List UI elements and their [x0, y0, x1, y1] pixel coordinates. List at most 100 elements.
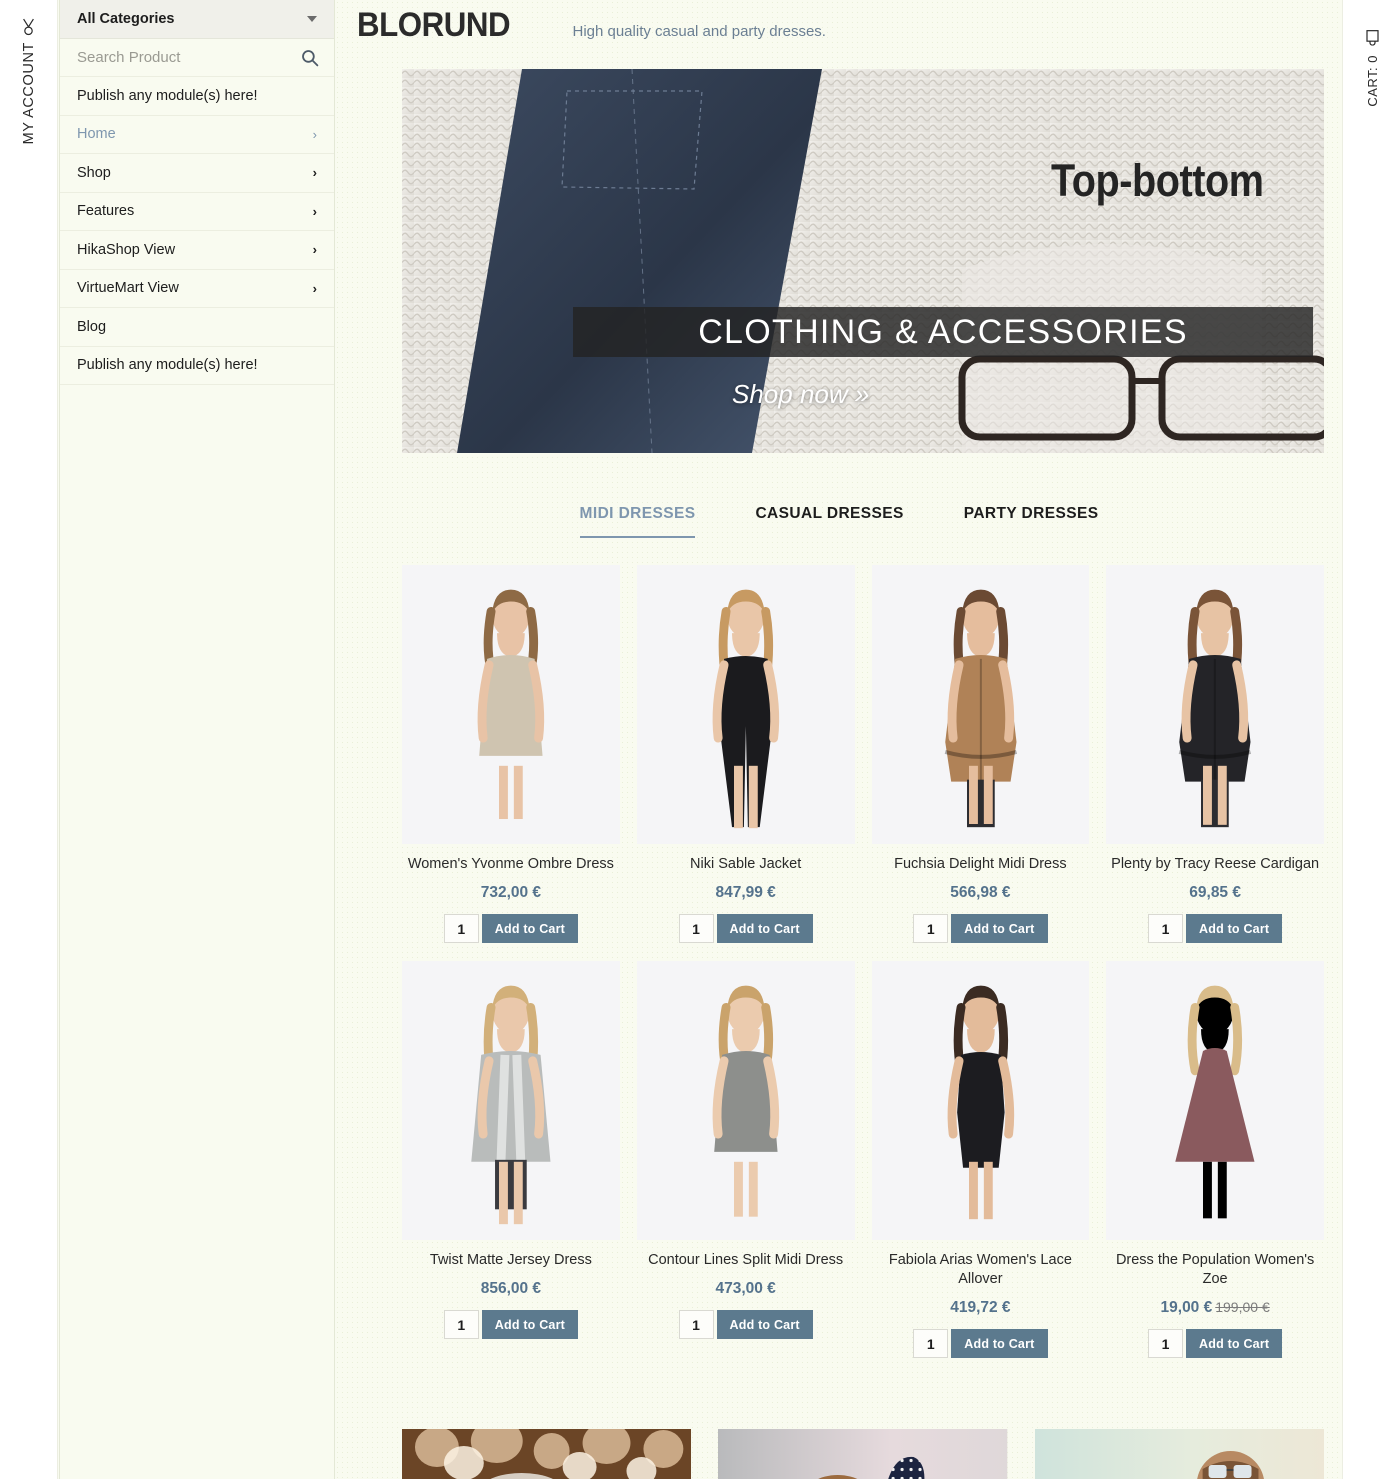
- product-price: 19,00 €199,00 €: [1106, 1299, 1324, 1317]
- tab-casual-dresses[interactable]: CASUAL DRESSES: [755, 505, 903, 538]
- hero-banner[interactable]: Top-bottom CLOTHING & ACCESSORIES Shop n…: [402, 69, 1324, 453]
- hero-shop-now-link[interactable]: Shop now »: [732, 379, 869, 410]
- product-name[interactable]: Twist Matte Jersey Dress: [402, 1251, 620, 1270]
- add-to-cart-button[interactable]: Add to Cart: [481, 914, 578, 944]
- product-card: Women's Yvonme Ombre Dress 732,00 € Add …: [402, 565, 620, 944]
- product-actions: Add to Cart: [402, 914, 620, 944]
- product-actions: Add to Cart: [1106, 1329, 1324, 1359]
- product-name[interactable]: Fabiola Arias Women's Lace Allover: [872, 1251, 1090, 1289]
- quantity-input[interactable]: [1148, 1329, 1183, 1359]
- product-name[interactable]: Niki Sable Jacket: [637, 855, 855, 874]
- product-price-old: 199,00 €: [1215, 1299, 1270, 1316]
- product-price-current: 473,00 €: [715, 1280, 776, 1298]
- product-actions: Add to Cart: [872, 914, 1090, 944]
- cart-rail[interactable]: CART: 0: [1342, 0, 1400, 1479]
- product-image[interactable]: [871, 565, 1090, 844]
- add-to-cart-button[interactable]: Add to Cart: [716, 914, 813, 944]
- product-price: 732,00 €: [402, 884, 620, 902]
- hero-band: CLOTHING & ACCESSORIES: [573, 307, 1313, 357]
- product-price-current: 19,00 €: [1160, 1299, 1213, 1317]
- promo-item[interactable]: [718, 1429, 1008, 1479]
- quantity-input[interactable]: [913, 914, 949, 944]
- product-actions: Add to Cart: [637, 1310, 855, 1340]
- my-account-rail[interactable]: MY ACCOUNT: [0, 0, 58, 1479]
- promo-strip: [402, 1429, 1324, 1479]
- product-image[interactable]: [402, 961, 620, 1241]
- product-price: 847,99 €: [637, 884, 855, 902]
- person-icon: [23, 18, 35, 35]
- product-image[interactable]: [402, 565, 620, 844]
- product-price-current: 566,98 €: [950, 884, 1011, 902]
- sidebar: All Categories Publish any module(s) her…: [59, 0, 335, 1479]
- sidebar-item-shop[interactable]: Shop ›: [60, 154, 334, 193]
- sidebar-item-label: Features: [77, 203, 135, 220]
- quantity-input[interactable]: [678, 914, 714, 944]
- product-image[interactable]: [636, 961, 855, 1241]
- product-price: 69,85 €: [1106, 884, 1324, 902]
- tab-midi-dresses[interactable]: MIDI DRESSES: [579, 505, 696, 538]
- my-account-link[interactable]: MY ACCOUNT: [0, 18, 58, 144]
- sidebar-item-label: Home: [77, 126, 116, 143]
- product-name[interactable]: Dress the Population Women's Zoe: [1106, 1251, 1324, 1289]
- sidebar-item-home[interactable]: Home ›: [60, 116, 334, 154]
- product-name[interactable]: Contour Lines Split Midi Dress: [637, 1251, 855, 1270]
- quantity-input[interactable]: [443, 914, 479, 944]
- brand-logo[interactable]: BLORUND: [357, 6, 511, 45]
- quantity-input[interactable]: [1148, 914, 1183, 944]
- search-input[interactable]: [77, 49, 287, 66]
- product-card: Plenty by Tracy Reese Cardigan 69,85 € A…: [1106, 565, 1324, 944]
- all-categories-label: All Categories: [77, 11, 175, 27]
- product-actions: Add to Cart: [872, 1329, 1090, 1359]
- sidebar-item-publish-any-module-s-here[interactable]: Publish any module(s) here!: [60, 77, 334, 116]
- add-to-cart-button[interactable]: Add to Cart: [716, 1310, 813, 1340]
- add-to-cart-button[interactable]: Add to Cart: [1186, 1329, 1283, 1359]
- add-to-cart-button[interactable]: Add to Cart: [481, 1310, 578, 1340]
- quantity-input[interactable]: [678, 1310, 714, 1340]
- cart-label: CART: 0: [1364, 55, 1380, 107]
- promo-item[interactable]: [1034, 1429, 1324, 1479]
- category-tabs: MIDI DRESSES CASUAL DRESSES PARTY DRESSES: [336, 505, 1342, 538]
- sidebar-item-label: HikaShop View: [77, 241, 176, 258]
- add-to-cart-button[interactable]: Add to Cart: [951, 914, 1048, 944]
- promo-item[interactable]: [402, 1429, 692, 1479]
- sidebar-item-blog[interactable]: Blog: [60, 308, 334, 347]
- chevron-right-icon: ›: [312, 280, 317, 296]
- chevron-down-icon: [307, 16, 317, 22]
- quantity-input[interactable]: [443, 1310, 479, 1340]
- promo-image-bokeh: [402, 1429, 692, 1479]
- product-price-current: 732,00 €: [480, 884, 542, 902]
- product-price: 473,00 €: [637, 1280, 855, 1298]
- tab-party-dresses[interactable]: PARTY DRESSES: [964, 505, 1099, 538]
- add-to-cart-button[interactable]: Add to Cart: [951, 1329, 1048, 1359]
- brand-tagline: High quality casual and party dresses.: [572, 23, 826, 40]
- product-actions: Add to Cart: [402, 1310, 620, 1340]
- all-categories-header[interactable]: All Categories: [60, 0, 334, 39]
- hero-headline: Top-bottom: [1051, 155, 1264, 206]
- product-price: 419,72 €: [872, 1299, 1090, 1317]
- sidebar-item-virtuemart-view[interactable]: VirtueMart View ›: [60, 270, 334, 308]
- product-image[interactable]: [1106, 565, 1324, 844]
- search-row[interactable]: [60, 39, 334, 77]
- chevron-right-icon: ›: [312, 203, 317, 219]
- product-name[interactable]: Fuchsia Delight Midi Dress: [872, 855, 1090, 874]
- search-icon[interactable]: [301, 49, 319, 67]
- sidebar-item-hikashop-view[interactable]: HikaShop View ›: [60, 231, 334, 270]
- product-image[interactable]: [1106, 961, 1324, 1241]
- product-image[interactable]: [636, 565, 855, 844]
- product-image[interactable]: [871, 961, 1090, 1241]
- sidebar-item-features[interactable]: Features ›: [60, 193, 334, 231]
- product-name[interactable]: Women's Yvonme Ombre Dress: [402, 855, 620, 874]
- sidebar-item-publish-any-module-s-here[interactable]: Publish any module(s) here!: [60, 347, 334, 385]
- product-card: Niki Sable Jacket 847,99 € Add to Cart: [636, 565, 855, 944]
- hero-band-text: CLOTHING & ACCESSORIES: [698, 312, 1188, 351]
- quantity-input[interactable]: [913, 1329, 949, 1359]
- cart-link[interactable]: CART: 0: [1343, 30, 1400, 107]
- sidebar-item-label: Publish any module(s) here!: [77, 87, 258, 104]
- product-price-current: 847,99 €: [715, 884, 776, 902]
- product-name[interactable]: Plenty by Tracy Reese Cardigan: [1106, 855, 1324, 874]
- add-to-cart-button[interactable]: Add to Cart: [1186, 914, 1283, 944]
- product-price: 856,00 €: [402, 1280, 620, 1298]
- promo-image-sunglasses: [1034, 1429, 1324, 1479]
- product-card: Fabiola Arias Women's Lace Allover 419,7…: [871, 961, 1090, 1359]
- product-actions: Add to Cart: [637, 914, 855, 944]
